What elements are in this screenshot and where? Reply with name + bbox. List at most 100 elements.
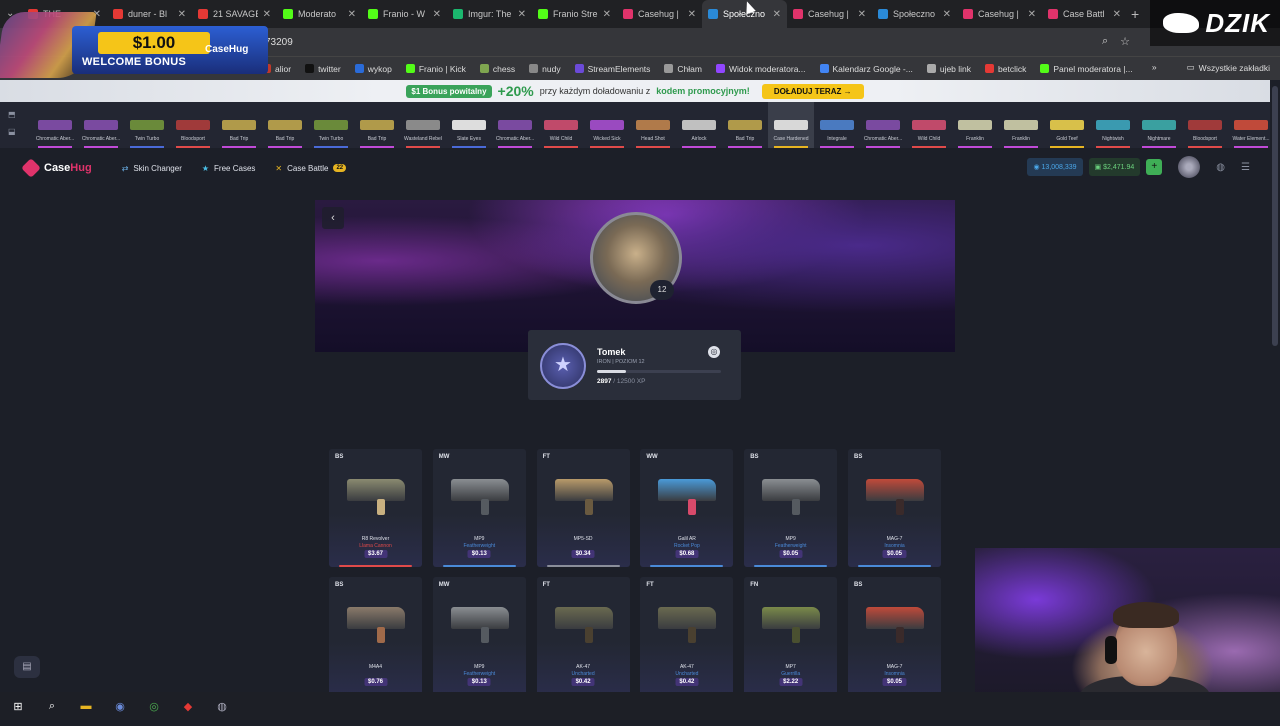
inventory-item-card[interactable]: FT AK-47 Uncharted $0.42 [536,577,630,695]
bookmark-item[interactable]: wykop [354,64,392,74]
drops-toggle-icon[interactable]: ⬓ [8,127,16,136]
browser-tab[interactable]: Franio Stre ✕ [532,0,617,28]
live-drop-item[interactable]: Nightwish [1090,102,1136,148]
start-icon[interactable]: ⊞ [10,698,26,714]
all-bookmarks-button[interactable]: ▭ Wszystkie zakładki [1187,62,1270,73]
coin-balance[interactable]: ◉ 13,008,339 [1027,158,1083,176]
nav-link-skin-changer[interactable]: ⇄ Skin Changer [122,164,182,173]
drops-filter-icon[interactable]: ⬒ [8,110,16,119]
bookmarks-overflow-button[interactable]: » [1152,62,1157,73]
inventory-item-card[interactable]: FN MP7 Guerrilla $2.22 [744,577,838,695]
zoom-icon[interactable]: ⌕ [1102,35,1108,48]
app-icon[interactable]: ◉ [112,698,128,714]
user-avatar[interactable] [1178,156,1201,178]
live-drop-item[interactable]: Bloodsport [1182,102,1228,148]
live-drop-item[interactable]: Head Shot [630,102,676,148]
menu-icon[interactable]: ☰ [1241,162,1250,173]
live-drop-item[interactable]: Twin Turbo [124,102,170,148]
inventory-item-card[interactable]: WW Galil AR Rocket Pop $0.68 [640,449,734,567]
back-button[interactable]: ‹ [322,207,344,229]
live-drop-item[interactable]: Wild Child [906,102,952,148]
nav-link-free-cases[interactable]: ★ Free Cases [202,164,256,173]
folder-icon[interactable]: ▬ [78,698,94,714]
bookmark-item[interactable]: Widok moderatora... [715,64,806,74]
tab-close-icon[interactable]: ✕ [688,9,696,20]
browser-tab[interactable]: Społeczno ✕ [872,0,957,28]
tab-close-icon[interactable]: ✕ [858,9,866,20]
live-drop-item[interactable]: Wasteland Rebel [400,102,446,148]
new-tab-button[interactable]: + [1131,6,1139,22]
address-text[interactable]: 73209 [265,37,293,48]
inventory-item-card[interactable]: BS R8 Revolver Llama Cannon $3.67 [329,449,422,567]
inventory-item-card[interactable]: FT AK-47 Uncharted $0.42 [640,577,734,695]
bookmark-item[interactable]: ujeb link [926,64,971,74]
live-drop-item[interactable]: Franklin [998,102,1044,148]
live-drop-item[interactable]: Twin Turbo [308,102,354,148]
live-drop-item[interactable]: Chromatic Aber... [860,102,906,148]
live-drop-item[interactable]: Bad Trip [354,102,400,148]
search-icon[interactable]: ⌕ [44,698,60,714]
browser-tab[interactable]: Casehug | ✕ [617,0,702,28]
live-drop-item[interactable]: Chromatic Aber... [32,102,78,148]
topup-button[interactable]: DOŁADUJ TERAZ → [761,83,864,99]
browser-tab[interactable]: Moderato ✕ [277,0,362,28]
live-drop-item[interactable]: Case Hardened [768,102,814,148]
live-drop-item[interactable]: Bloodsport [170,102,216,148]
cash-balance[interactable]: ▣ $2,471.94 [1088,158,1141,176]
browser-tab[interactable]: Franio - W ✕ [362,0,447,28]
tab-close-icon[interactable]: ✕ [773,9,781,20]
tab-close-icon[interactable]: ✕ [1028,9,1036,20]
browser-tab[interactable]: Imgur: The ✕ [447,0,532,28]
live-drop-item[interactable]: Wild Child [538,102,584,148]
live-drop-item[interactable]: Bad Trip [722,102,768,148]
browser-tab[interactable]: Casehug | ✕ [787,0,872,28]
chrome-icon[interactable]: ◎ [146,698,162,714]
casehug-logo[interactable]: Case Hug [21,158,92,178]
tab-close-icon[interactable]: ✕ [348,9,356,20]
bookmark-star-icon[interactable]: ☆ [1120,35,1130,48]
steam-icon[interactable]: ◍ [214,698,230,714]
live-drop-item[interactable]: Chromatic Aber... [78,102,124,148]
inventory-item-card[interactable]: BS M4A4 $0.76 [329,577,422,695]
live-drop-item[interactable]: Bad Trip [216,102,262,148]
tab-close-icon[interactable]: ✕ [943,9,951,20]
inventory-item-card[interactable]: MW MP9 Featherweight $0.13 [432,449,526,567]
inventory-item-card[interactable]: MW MP9 Featherweight $0.13 [432,577,526,695]
inventory-item-card[interactable]: FT MP5-SD $0.34 [536,449,630,567]
bookmark-item[interactable]: chess [479,64,515,74]
nav-link-case-battle[interactable]: ✕ Case Battle 22 [275,164,347,173]
live-drop-item[interactable]: Wicked Sick [584,102,630,148]
browser-tab[interactable]: Case Battl ✕ [1042,0,1127,28]
bookmark-item[interactable]: twitter [305,64,341,74]
browser-tab[interactable]: Casehug | ✕ [957,0,1042,28]
bookmark-item[interactable]: Chłam [664,64,702,74]
live-drop-item[interactable]: Slate Eyes [446,102,492,148]
live-drop-item[interactable]: Bad Trip [262,102,308,148]
tab-close-icon[interactable]: ✕ [603,9,611,20]
tab-close-icon[interactable]: ✕ [433,9,441,20]
bookmark-item[interactable]: Franio | Kick [405,64,466,74]
tab-close-icon[interactable]: ✕ [1113,9,1121,20]
app-red-icon[interactable]: ◆ [180,698,196,714]
bookmark-item[interactable]: StreamElements [574,64,650,74]
promo-banner[interactable]: $1 Bonus powitalny +20% przy każdym doła… [0,80,1270,102]
bookmark-item[interactable]: Panel moderatora |... [1040,64,1133,74]
deposit-button[interactable]: + [1146,159,1163,175]
bookmark-item[interactable]: nudy [529,64,561,74]
tab-close-icon[interactable]: ✕ [518,9,526,20]
inventory-item-card[interactable]: BS MAG-7 Insomnia $0.05 [847,577,941,695]
live-drop-item[interactable]: Integrale [814,102,860,148]
scrollbar-thumb[interactable] [1272,86,1278,346]
inventory-item-card[interactable]: BS MAG-7 Insomnia $0.05 [847,449,941,567]
chat-button[interactable]: ▤ [14,656,40,678]
steam-icon[interactable]: ◎ [708,346,720,358]
bookmark-item[interactable]: Kalendarz Google -... [819,64,913,74]
live-drop-item[interactable]: Nightmare [1136,102,1182,148]
live-drop-item[interactable]: Airlock [676,102,722,148]
live-drop-item[interactable]: Franklin [952,102,998,148]
live-drop-item[interactable]: Chromatic Aber... [492,102,538,148]
settings-icon[interactable]: ◍ [1216,162,1225,173]
inventory-item-card[interactable]: BS MP9 Featherweight $0.05 [744,449,838,567]
live-drop-item[interactable]: Water Element... [1228,102,1274,148]
bookmark-item[interactable]: betclick [985,64,1026,74]
